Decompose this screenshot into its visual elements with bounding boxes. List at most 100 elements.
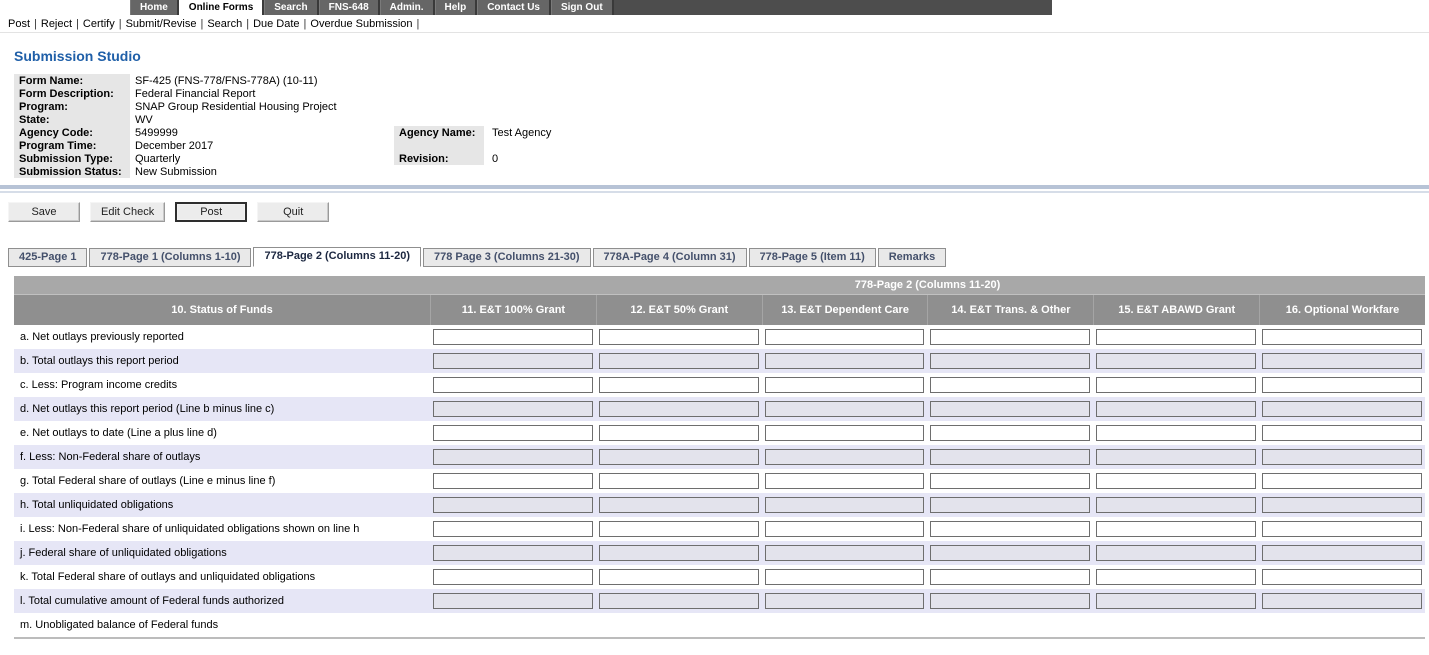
input-row-j-col-13[interactable] — [765, 545, 925, 561]
input-row-k-col-15[interactable] — [1096, 569, 1256, 585]
tab-425-page-1[interactable]: 425-Page 1 — [8, 248, 87, 267]
menu-link-overdue-submission[interactable]: Overdue Submission — [310, 18, 412, 30]
input-row-j-col-15[interactable] — [1096, 545, 1256, 561]
input-row-i-col-14[interactable] — [930, 521, 1090, 537]
input-row-f-col-11[interactable] — [433, 449, 593, 465]
input-row-e-col-13[interactable] — [765, 425, 925, 441]
input-row-i-col-15[interactable] — [1096, 521, 1256, 537]
input-row-a-col-13[interactable] — [765, 329, 925, 345]
input-row-g-col-13[interactable] — [765, 473, 925, 489]
input-row-k-col-12[interactable] — [599, 569, 759, 585]
input-row-g-col-12[interactable] — [599, 473, 759, 489]
input-row-l-col-13[interactable] — [765, 593, 925, 609]
input-row-f-col-16[interactable] — [1262, 449, 1422, 465]
input-row-l-col-16[interactable] — [1262, 593, 1422, 609]
input-row-b-col-14[interactable] — [930, 353, 1090, 369]
input-row-h-col-15[interactable] — [1096, 497, 1256, 513]
input-row-c-col-11[interactable] — [433, 377, 593, 393]
tab-778-page-1-columns-1-10[interactable]: 778-Page 1 (Columns 1-10) — [89, 248, 251, 267]
input-row-h-col-16[interactable] — [1262, 497, 1422, 513]
input-row-l-col-14[interactable] — [930, 593, 1090, 609]
input-row-c-col-15[interactable] — [1096, 377, 1256, 393]
input-row-h-col-11[interactable] — [433, 497, 593, 513]
quit-button[interactable]: Quit — [257, 202, 329, 222]
nav-item-admin[interactable]: Admin. — [380, 0, 435, 15]
input-row-f-col-13[interactable] — [765, 449, 925, 465]
input-row-h-col-12[interactable] — [599, 497, 759, 513]
tab-remarks[interactable]: Remarks — [878, 248, 946, 267]
menu-link-due-date[interactable]: Due Date — [253, 18, 299, 30]
tab-778-page-2-columns-11-20[interactable]: 778-Page 2 (Columns 11-20) — [253, 247, 421, 267]
nav-item-sign-out[interactable]: Sign Out — [551, 0, 614, 15]
input-row-f-col-14[interactable] — [930, 449, 1090, 465]
nav-item-search[interactable]: Search — [264, 0, 318, 15]
input-row-g-col-16[interactable] — [1262, 473, 1422, 489]
input-row-c-col-13[interactable] — [765, 377, 925, 393]
input-row-d-col-15[interactable] — [1096, 401, 1256, 417]
input-row-j-col-11[interactable] — [433, 545, 593, 561]
input-row-g-col-14[interactable] — [930, 473, 1090, 489]
input-row-l-col-11[interactable] — [433, 593, 593, 609]
input-row-d-col-16[interactable] — [1262, 401, 1422, 417]
input-row-e-col-14[interactable] — [930, 425, 1090, 441]
input-row-g-col-11[interactable] — [433, 473, 593, 489]
input-row-e-col-16[interactable] — [1262, 425, 1422, 441]
input-row-i-col-11[interactable] — [433, 521, 593, 537]
input-row-d-col-12[interactable] — [599, 401, 759, 417]
input-row-i-col-13[interactable] — [765, 521, 925, 537]
nav-item-fns-648[interactable]: FNS-648 — [319, 0, 380, 15]
input-row-e-col-11[interactable] — [433, 425, 593, 441]
menu-link-post[interactable]: Post — [8, 18, 30, 30]
input-row-h-col-13[interactable] — [765, 497, 925, 513]
input-row-k-col-13[interactable] — [765, 569, 925, 585]
input-row-k-col-16[interactable] — [1262, 569, 1422, 585]
input-row-a-col-12[interactable] — [599, 329, 759, 345]
input-row-j-col-16[interactable] — [1262, 545, 1422, 561]
nav-item-help[interactable]: Help — [435, 0, 478, 15]
input-row-i-col-16[interactable] — [1262, 521, 1422, 537]
input-row-b-col-16[interactable] — [1262, 353, 1422, 369]
tab-778a-page-4-column-31[interactable]: 778A-Page 4 (Column 31) — [593, 248, 747, 267]
input-row-k-col-11[interactable] — [433, 569, 593, 585]
input-row-f-col-12[interactable] — [599, 449, 759, 465]
input-row-a-col-11[interactable] — [433, 329, 593, 345]
input-row-c-col-12[interactable] — [599, 377, 759, 393]
input-row-l-col-15[interactable] — [1096, 593, 1256, 609]
input-row-b-col-13[interactable] — [765, 353, 925, 369]
input-row-b-col-11[interactable] — [433, 353, 593, 369]
input-row-d-col-14[interactable] — [930, 401, 1090, 417]
input-row-h-col-14[interactable] — [930, 497, 1090, 513]
save-button[interactable]: Save — [8, 202, 80, 222]
nav-item-home[interactable]: Home — [130, 0, 179, 15]
input-row-f-col-15[interactable] — [1096, 449, 1256, 465]
post-button[interactable]: Post — [175, 202, 247, 222]
input-row-b-col-12[interactable] — [599, 353, 759, 369]
input-row-j-col-12[interactable] — [599, 545, 759, 561]
nav-item-online-forms[interactable]: Online Forms — [179, 0, 264, 15]
input-row-j-col-14[interactable] — [930, 545, 1090, 561]
tab-778-page-3-columns-21-30[interactable]: 778 Page 3 (Columns 21-30) — [423, 248, 591, 267]
input-row-k-col-14[interactable] — [930, 569, 1090, 585]
input-row-i-col-12[interactable] — [599, 521, 759, 537]
menu-link-certify[interactable]: Certify — [83, 18, 115, 30]
input-row-b-col-15[interactable] — [1096, 353, 1256, 369]
grid-cell-h-col-13 — [762, 497, 928, 513]
input-row-l-col-12[interactable] — [599, 593, 759, 609]
menu-link-reject[interactable]: Reject — [41, 18, 72, 30]
input-row-a-col-15[interactable] — [1096, 329, 1256, 345]
tab-778-page-5-item-11[interactable]: 778-Page 5 (Item 11) — [749, 248, 876, 267]
input-row-d-col-13[interactable] — [765, 401, 925, 417]
input-row-a-col-16[interactable] — [1262, 329, 1422, 345]
menu-link-submit-revise[interactable]: Submit/Revise — [126, 18, 197, 30]
nav-item-contact-us[interactable]: Contact Us — [477, 0, 551, 15]
menu-link-search[interactable]: Search — [207, 18, 242, 30]
input-row-e-col-12[interactable] — [599, 425, 759, 441]
input-row-e-col-15[interactable] — [1096, 425, 1256, 441]
column-header-12-e-t-50-grant: 12. E&T 50% Grant — [596, 295, 762, 325]
input-row-d-col-11[interactable] — [433, 401, 593, 417]
input-row-c-col-16[interactable] — [1262, 377, 1422, 393]
input-row-g-col-15[interactable] — [1096, 473, 1256, 489]
input-row-c-col-14[interactable] — [930, 377, 1090, 393]
edit-check-button[interactable]: Edit Check — [90, 202, 165, 222]
input-row-a-col-14[interactable] — [930, 329, 1090, 345]
